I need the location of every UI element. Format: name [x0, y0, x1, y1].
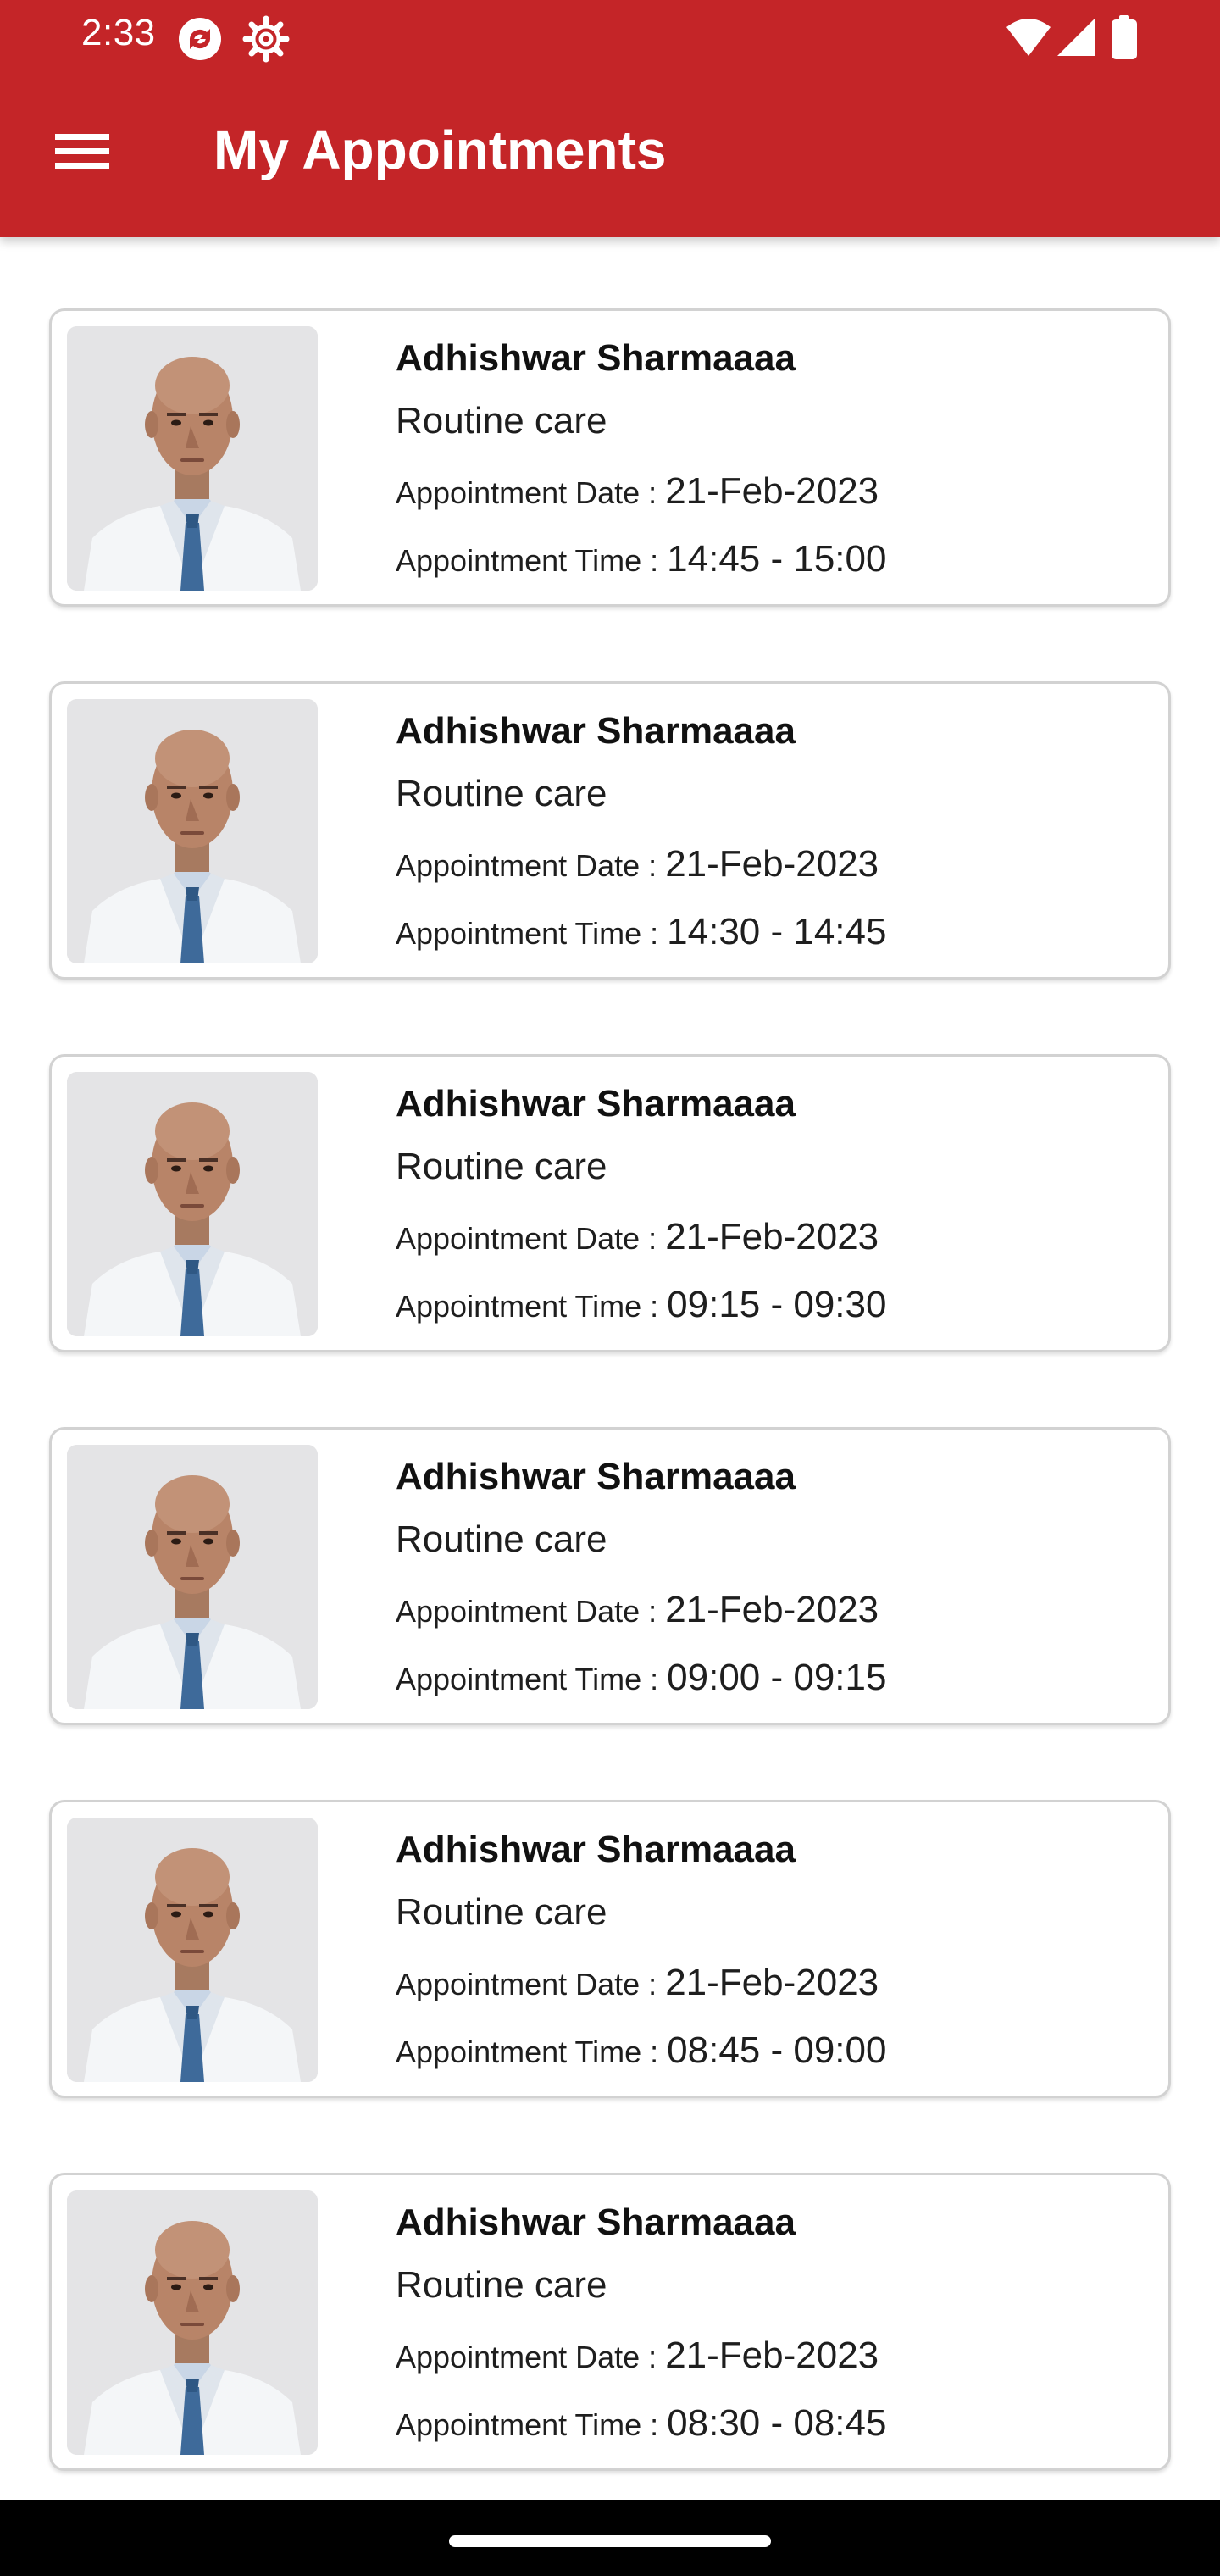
appointment-date-row: Appointment Date : 21-Feb-2023	[396, 2329, 1151, 2382]
status-time: 2:33	[81, 12, 156, 53]
wifi-icon	[1005, 17, 1052, 62]
appointment-card[interactable]: Adhishwar Sharmaaaa Routine care Appoint…	[49, 308, 1171, 607]
appointment-time-value: 09:00 - 09:15	[667, 1657, 887, 1698]
appointment-card[interactable]: Adhishwar Sharmaaaa Routine care Appoint…	[49, 1427, 1171, 1725]
appointment-card[interactable]: Adhishwar Sharmaaaa Routine care Appoint…	[49, 1054, 1171, 1352]
signal-icon	[1056, 17, 1096, 62]
appointment-date-row: Appointment Date : 21-Feb-2023	[396, 838, 1151, 891]
appointment-info: Adhishwar Sharmaaaa Routine care Appoint…	[396, 1452, 1151, 1704]
appointment-card[interactable]: Adhishwar Sharmaaaa Routine care Appoint…	[49, 681, 1171, 980]
doctor-name: Adhishwar Sharmaaaa	[396, 1829, 796, 1870]
appointment-date-label: Appointment Date :	[396, 1594, 666, 1629]
navigation-bar	[0, 2500, 1220, 2576]
doctor-name: Adhishwar Sharmaaaa	[396, 2201, 796, 2243]
doctor-photo	[67, 326, 318, 591]
appointment-info: Adhishwar Sharmaaaa Routine care Appoint…	[396, 1824, 1151, 2077]
appointment-date-row: Appointment Date : 21-Feb-2023	[396, 1211, 1151, 1263]
appointment-info: Adhishwar Sharmaaaa Routine care Appoint…	[396, 2197, 1151, 2450]
appointment-date-value: 21-Feb-2023	[665, 1962, 879, 2003]
sync-badge-icon	[176, 15, 224, 67]
status-bar: 2:33	[0, 0, 1220, 76]
appointment-date-row: Appointment Date : 21-Feb-2023	[396, 1584, 1151, 1636]
doctor-name: Adhishwar Sharmaaaa	[396, 710, 796, 752]
doctor-photo	[67, 1072, 318, 1336]
settings-gear-icon	[242, 15, 290, 67]
service-type: Routine care	[396, 400, 607, 441]
doctor-photo	[67, 1818, 318, 2082]
doctor-photo	[67, 2190, 318, 2455]
appointment-info: Adhishwar Sharmaaaa Routine care Appoint…	[396, 333, 1151, 586]
appointment-card[interactable]: Adhishwar Sharmaaaa Routine care Appoint…	[49, 2173, 1171, 2471]
appointment-date-label: Appointment Date :	[396, 1221, 666, 1256]
appointment-date-value: 21-Feb-2023	[665, 470, 879, 512]
appointment-time-row: Appointment Time : 08:45 - 09:00	[396, 2024, 1151, 2077]
appointment-date-label: Appointment Date :	[396, 1967, 666, 2001]
appointment-time-value: 08:45 - 09:00	[667, 2029, 887, 2071]
appointment-date-label: Appointment Date :	[396, 475, 666, 510]
service-type: Routine care	[396, 773, 607, 814]
menu-button[interactable]	[34, 110, 130, 195]
page-title: My Appointments	[214, 119, 667, 180]
appointment-time-row: Appointment Time : 09:00 - 09:15	[396, 1652, 1151, 1704]
appointment-time-label: Appointment Time :	[396, 543, 668, 578]
appointment-time-label: Appointment Time :	[396, 1662, 668, 1696]
appointment-date-value: 21-Feb-2023	[665, 843, 879, 885]
appointment-time-row: Appointment Time : 09:15 - 09:30	[396, 1279, 1151, 1331]
doctor-photo	[67, 1445, 318, 1709]
appointment-date-value: 21-Feb-2023	[665, 1216, 879, 1257]
doctor-name: Adhishwar Sharmaaaa	[396, 1083, 796, 1124]
appointment-date-value: 21-Feb-2023	[665, 2334, 879, 2376]
appointment-time-row: Appointment Time : 14:30 - 14:45	[396, 906, 1151, 958]
appointment-date-row: Appointment Date : 21-Feb-2023	[396, 1957, 1151, 2009]
appointment-time-value: 09:15 - 09:30	[667, 1284, 887, 1325]
home-gesture-handle[interactable]	[449, 2535, 771, 2547]
appointment-time-label: Appointment Time :	[396, 2035, 668, 2069]
hamburger-menu-icon	[55, 130, 109, 175]
appointment-date-label: Appointment Date :	[396, 848, 666, 883]
battery-icon	[1112, 15, 1137, 64]
appointment-time-label: Appointment Time :	[396, 2407, 668, 2442]
doctor-name: Adhishwar Sharmaaaa	[396, 1456, 796, 1497]
service-type: Routine care	[396, 2264, 607, 2306]
appointment-info: Adhishwar Sharmaaaa Routine care Appoint…	[396, 706, 1151, 958]
appointment-date-label: Appointment Date :	[396, 2340, 666, 2374]
appointment-time-row: Appointment Time : 14:45 - 15:00	[396, 533, 1151, 586]
appointment-info: Adhishwar Sharmaaaa Routine care Appoint…	[396, 1079, 1151, 1331]
appointment-time-value: 14:45 - 15:00	[667, 538, 887, 580]
doctor-name: Adhishwar Sharmaaaa	[396, 337, 796, 379]
appointment-date-row: Appointment Date : 21-Feb-2023	[396, 465, 1151, 518]
appointment-date-value: 21-Feb-2023	[665, 1589, 879, 1630]
service-type: Routine care	[396, 1146, 607, 1187]
appointment-time-label: Appointment Time :	[396, 916, 668, 951]
appointment-time-label: Appointment Time :	[396, 1289, 668, 1324]
appointment-time-value: 08:30 - 08:45	[667, 2402, 887, 2444]
service-type: Routine care	[396, 1518, 607, 1560]
appointment-card[interactable]: Adhishwar Sharmaaaa Routine care Appoint…	[49, 1800, 1171, 2098]
appointment-time-row: Appointment Time : 08:30 - 08:45	[396, 2397, 1151, 2450]
appointment-time-value: 14:30 - 14:45	[667, 911, 887, 952]
service-type: Routine care	[396, 1891, 607, 1933]
app-bar: 2:33 My Appointments	[0, 0, 1220, 237]
doctor-photo	[67, 699, 318, 963]
